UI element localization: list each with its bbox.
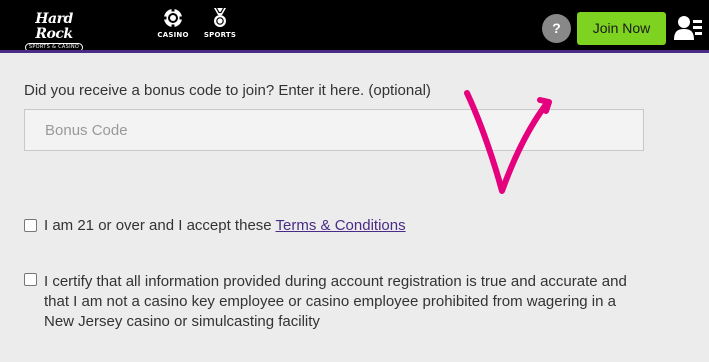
hard-rock-logo[interactable]: Hard Rock SPORTS & CASINO: [21, 11, 87, 52]
terms-conditions-link[interactable]: Terms & Conditions: [276, 217, 406, 234]
age-terms-checkbox[interactable]: [24, 219, 37, 232]
age-terms-text: I am 21 or over and I accept these Terms…: [44, 216, 406, 236]
age-terms-label: I am 21 or over and I accept these: [44, 217, 276, 234]
certify-text: I certify that all information provided …: [44, 273, 627, 330]
nav-casino[interactable]: CASINO: [153, 8, 193, 46]
join-now-button[interactable]: Join Now: [577, 12, 666, 45]
header-accent-line: [0, 50, 709, 53]
help-button[interactable]: ?: [542, 14, 571, 43]
certify-checkbox[interactable]: [24, 273, 37, 286]
account-icon[interactable]: [674, 15, 702, 41]
bonus-code-input[interactable]: [24, 109, 644, 151]
nav-casino-label: CASINO: [157, 31, 189, 39]
nav-sports[interactable]: SPORTS: [200, 8, 240, 46]
sports-medal-icon: [214, 8, 226, 27]
nav-sports-label: SPORTS: [203, 31, 237, 39]
casino-chip-icon: [163, 8, 183, 28]
logo-text: Hard Rock: [35, 11, 73, 42]
bonus-code-label: Did you receive a bonus code to join? En…: [24, 82, 431, 99]
top-nav-bar: Hard Rock SPORTS & CASINO CASINO SPORTS …: [0, 0, 709, 52]
